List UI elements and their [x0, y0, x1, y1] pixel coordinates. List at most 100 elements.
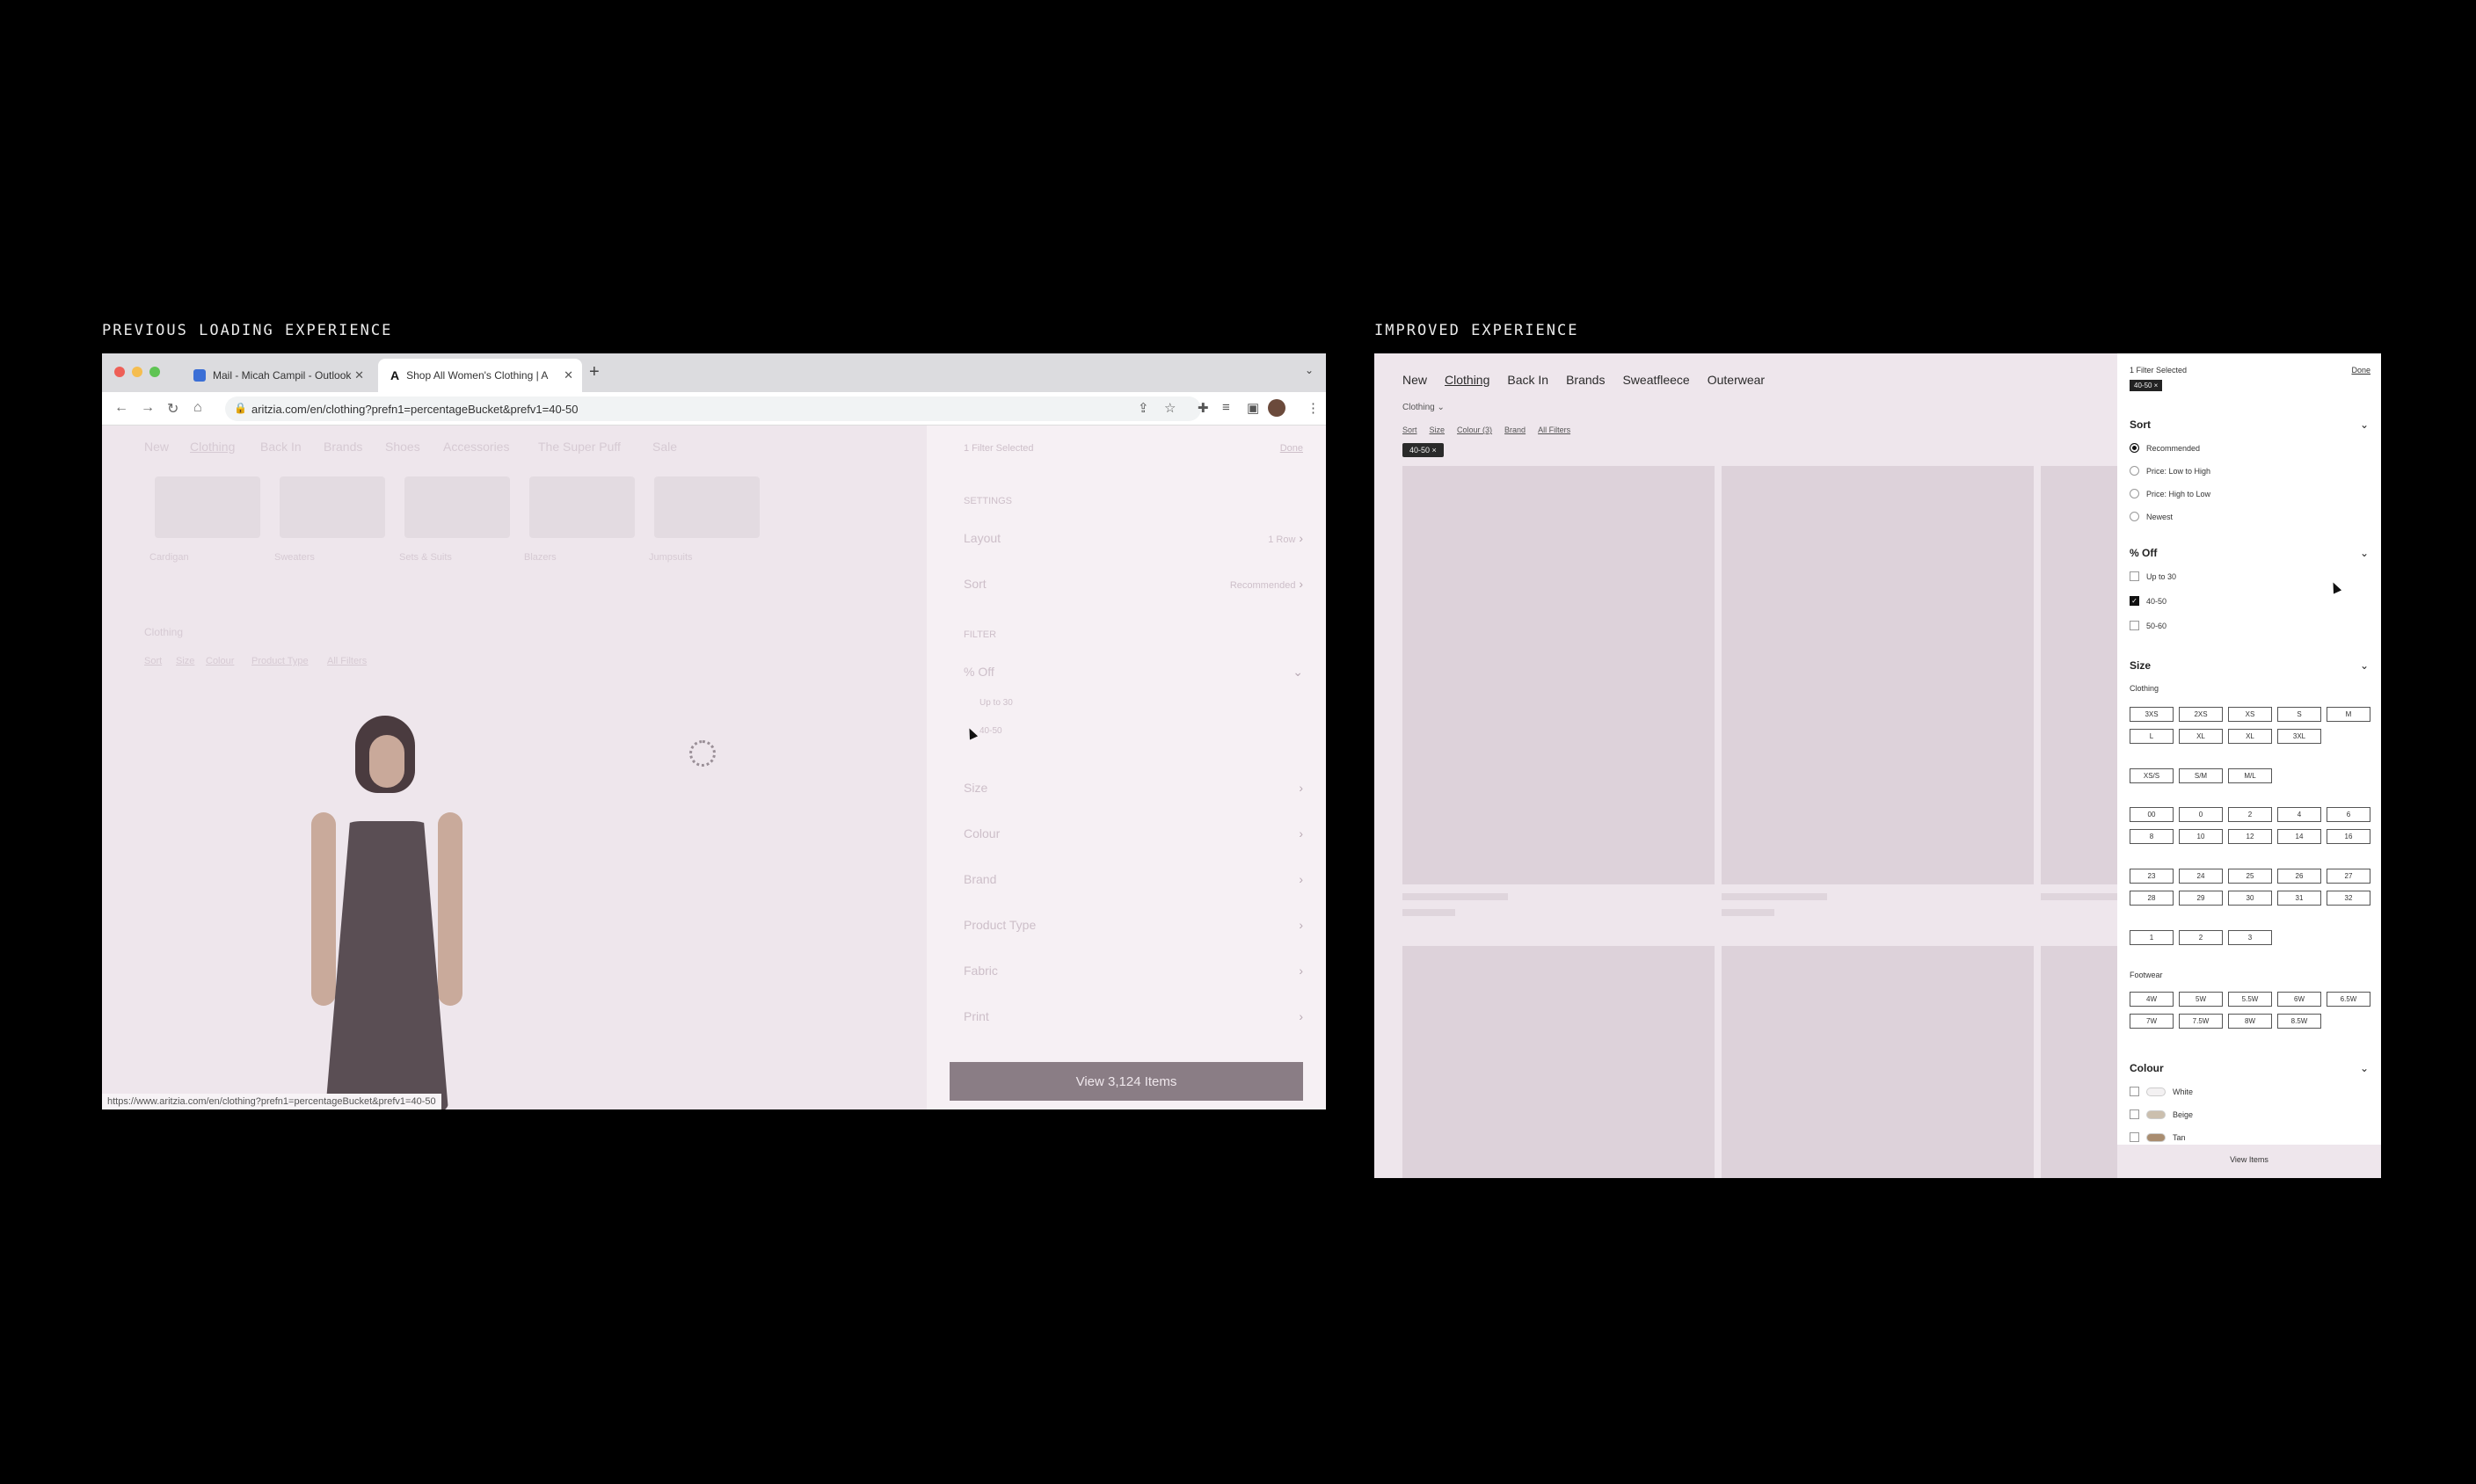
size-option[interactable]: 3 — [2228, 930, 2272, 945]
nav-item[interactable]: Brands — [1566, 373, 1605, 387]
product-model-image[interactable] — [295, 716, 471, 1109]
size-option[interactable]: 24 — [2179, 869, 2223, 884]
size-option[interactable]: 4W — [2130, 992, 2174, 1007]
checkbox-checked[interactable]: ✓ — [2130, 596, 2139, 606]
nav-item[interactable]: Sale — [652, 440, 677, 454]
nav-item[interactable]: The Super Puff — [538, 440, 621, 454]
size-option[interactable]: 28 — [2130, 891, 2174, 906]
nav-item[interactable]: Brands — [324, 440, 362, 454]
size-option[interactable]: S/M — [2179, 768, 2223, 783]
sort-row[interactable]: Sort Recommended › — [964, 577, 1303, 591]
size-option[interactable]: 31 — [2277, 891, 2321, 906]
size-option[interactable]: 7.5W — [2179, 1014, 2223, 1029]
size-option[interactable]: 2XS — [2179, 707, 2223, 722]
url-field[interactable]: 🔒 aritzia.com/en/clothing?prefn1=percent… — [225, 396, 1201, 421]
size-row[interactable]: Size › — [964, 781, 1303, 795]
size-option[interactable]: 0 — [2179, 807, 2223, 822]
panel-filter-chip[interactable]: 40-50 × — [2130, 380, 2163, 391]
category-thumb[interactable] — [280, 476, 385, 538]
home-icon[interactable]: ⌂ — [193, 400, 202, 416]
size-option[interactable]: 6 — [2327, 807, 2370, 822]
brand-row[interactable]: Brand › — [964, 872, 1303, 886]
size-option[interactable]: 2 — [2228, 807, 2272, 822]
size-option[interactable]: XL — [2179, 729, 2223, 744]
sort-option[interactable]: Price: Low to High — [2130, 466, 2210, 476]
nav-item[interactable]: Shoes — [385, 440, 420, 454]
checkbox[interactable] — [2130, 571, 2139, 581]
filter-link[interactable]: Sort — [1402, 426, 1417, 434]
maximize-window-icon[interactable] — [149, 367, 160, 377]
size-option[interactable]: 6W — [2277, 992, 2321, 1007]
close-window-icon[interactable] — [114, 367, 125, 377]
radio-selected[interactable] — [2130, 443, 2139, 453]
nav-item[interactable]: Accessories — [443, 440, 509, 454]
nav-item-active[interactable]: Clothing — [1445, 373, 1489, 387]
filter-link[interactable]: Colour — [206, 656, 234, 666]
size-option[interactable]: 16 — [2327, 829, 2370, 844]
nav-item[interactable]: Back In — [260, 440, 302, 454]
size-option[interactable]: 10 — [2179, 829, 2223, 844]
tab-outlook[interactable]: Mail - Micah Campil - Outlook ✕ — [181, 359, 373, 392]
product-type-row[interactable]: Product Type › — [964, 918, 1303, 932]
size-option[interactable]: 32 — [2327, 891, 2370, 906]
nav-item[interactable]: Back In — [1507, 373, 1548, 387]
size-option[interactable]: 12 — [2228, 829, 2272, 844]
view-items-button[interactable]: View Items — [2117, 1155, 2381, 1164]
back-icon[interactable]: ← — [114, 400, 128, 416]
nav-item[interactable]: New — [144, 440, 169, 454]
size-option[interactable]: 26 — [2277, 869, 2321, 884]
fabric-row[interactable]: Fabric › — [964, 964, 1303, 978]
extensions-icon[interactable]: ✚ — [1198, 400, 1209, 416]
checkbox[interactable] — [2130, 1132, 2139, 1142]
size-option[interactable]: S — [2277, 707, 2321, 722]
filter-link[interactable]: Size — [1430, 426, 1446, 434]
colour-option[interactable]: White — [2130, 1087, 2193, 1096]
size-option[interactable]: 6.5W — [2327, 992, 2370, 1007]
percent-option[interactable]: ✓ 40-50 — [2130, 596, 2166, 606]
percent-off-section-header[interactable]: % Off ⌄ — [2130, 547, 2369, 559]
done-link[interactable]: Done — [2351, 366, 2370, 375]
size-option[interactable]: 30 — [2228, 891, 2272, 906]
checkbox[interactable] — [2130, 1109, 2139, 1119]
colour-option[interactable]: Beige — [2130, 1109, 2193, 1119]
size-option[interactable]: 27 — [2327, 869, 2370, 884]
size-option[interactable]: 29 — [2179, 891, 2223, 906]
colour-row[interactable]: Colour › — [964, 826, 1303, 840]
size-option[interactable]: 23 — [2130, 869, 2174, 884]
close-tab-icon[interactable]: ✕ — [354, 368, 364, 382]
size-option[interactable]: 25 — [2228, 869, 2272, 884]
category-thumb[interactable] — [155, 476, 260, 538]
nav-item[interactable]: Sweatfleece — [1622, 373, 1689, 387]
filter-link[interactable]: All Filters — [1538, 426, 1570, 434]
checkbox[interactable] — [2130, 1087, 2139, 1096]
filter-link[interactable]: Size — [176, 656, 194, 666]
filter-link[interactable]: Brand — [1504, 426, 1526, 434]
filter-link[interactable]: Product Type — [251, 656, 309, 666]
active-filter-chip[interactable]: 40-50 × — [1402, 443, 1444, 457]
radio[interactable] — [2130, 489, 2139, 498]
nav-item[interactable]: Outerwear — [1708, 373, 1765, 387]
nav-item[interactable]: New — [1402, 373, 1427, 387]
size-option[interactable]: XS/S — [2130, 768, 2174, 783]
bookmark-star-icon[interactable]: ☆ — [1164, 400, 1176, 416]
size-option[interactable]: 8W — [2228, 1014, 2272, 1029]
close-tab-icon[interactable]: ✕ — [564, 368, 573, 382]
category-dropdown[interactable]: Clothing ⌄ — [1402, 403, 1445, 412]
sort-option[interactable]: Recommended — [2130, 443, 2200, 453]
new-tab-icon[interactable]: + — [589, 362, 600, 382]
category-thumb[interactable] — [654, 476, 760, 538]
size-section-header[interactable]: Size ⌄ — [2130, 659, 2369, 672]
size-option[interactable]: M/L — [2228, 768, 2272, 783]
size-option[interactable]: 7W — [2130, 1014, 2174, 1029]
size-option[interactable]: 8.5W — [2277, 1014, 2321, 1029]
minimize-window-icon[interactable] — [132, 367, 142, 377]
radio[interactable] — [2130, 466, 2139, 476]
reading-list-icon[interactable]: ≡ — [1222, 400, 1230, 415]
size-option[interactable]: 5.5W — [2228, 992, 2272, 1007]
size-option[interactable]: L — [2130, 729, 2174, 744]
sort-section-header[interactable]: Sort ⌄ — [2130, 418, 2369, 431]
reload-icon[interactable]: ↻ — [167, 400, 178, 418]
sort-option[interactable]: Price: High to Low — [2130, 489, 2210, 498]
tab-search-chevron-icon[interactable]: ⌄ — [1305, 364, 1314, 376]
menu-kebab-icon[interactable]: ⋮ — [1307, 400, 1320, 416]
